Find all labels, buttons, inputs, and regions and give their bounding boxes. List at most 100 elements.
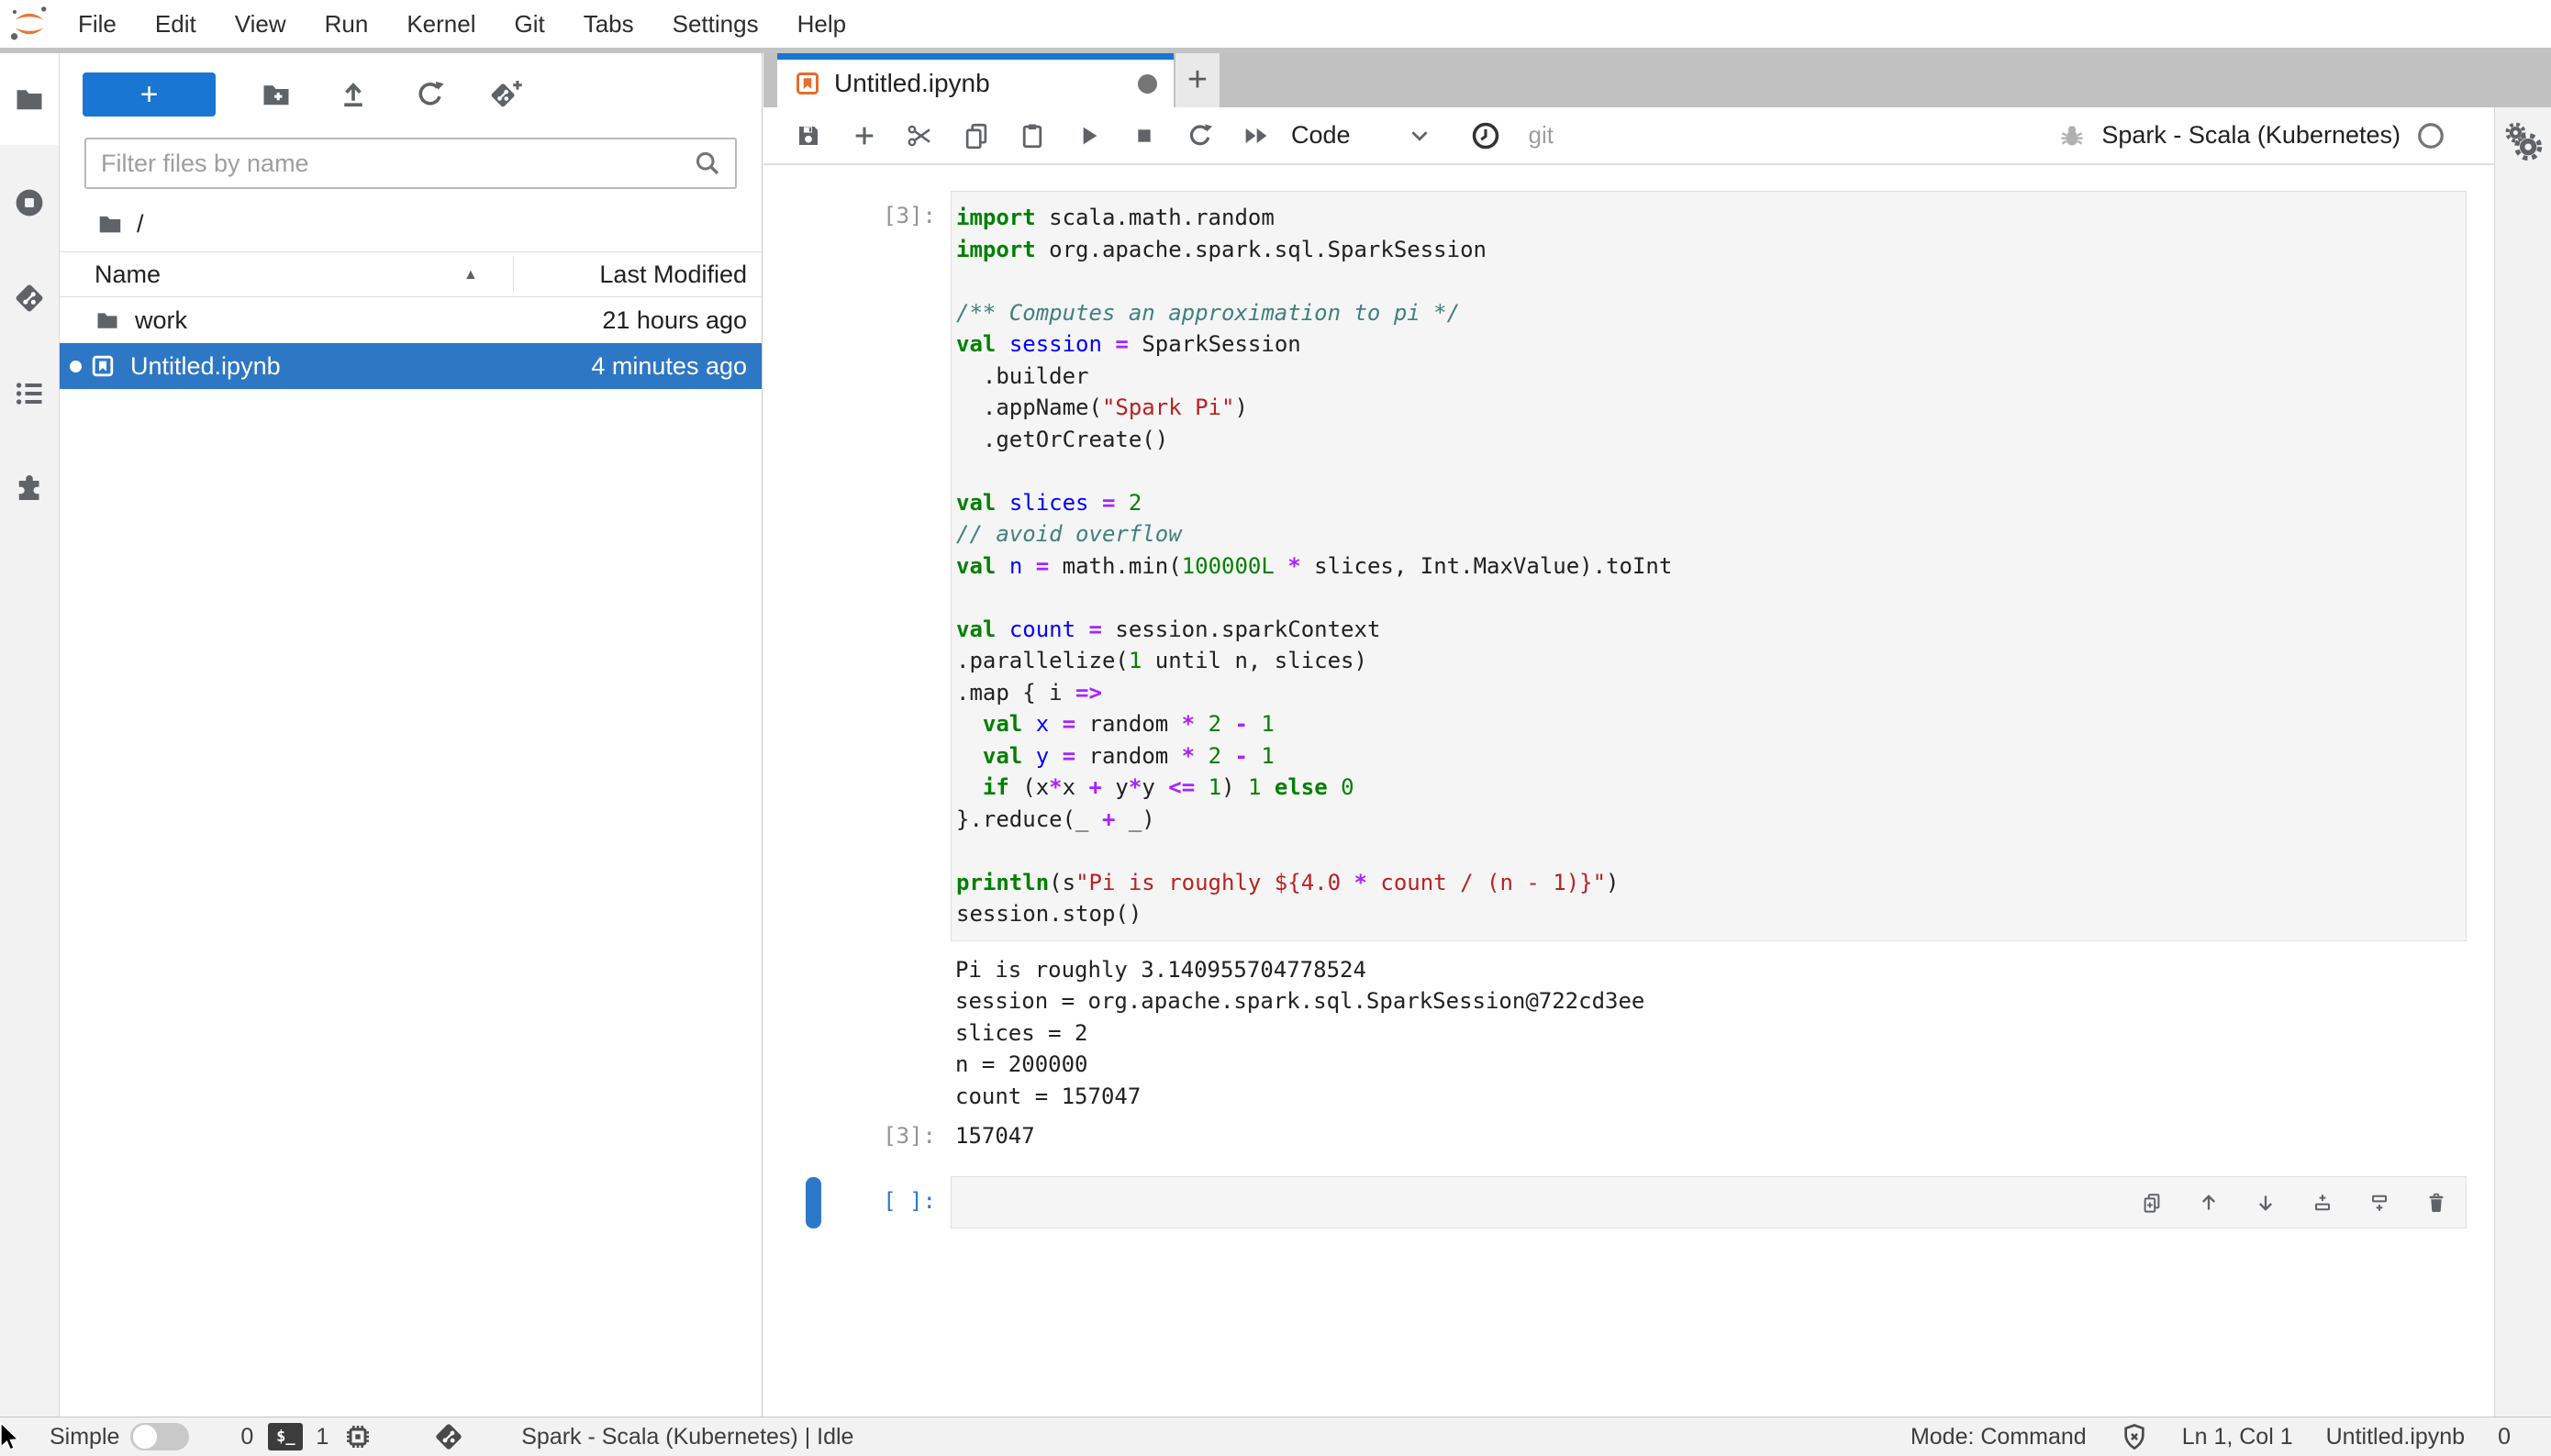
new-folder-button[interactable] xyxy=(260,78,293,111)
output-line: Pi is roughly 3.140955704778524 xyxy=(955,956,1366,983)
tab-dirty-indicator[interactable] xyxy=(1138,73,1157,94)
empty-cell-input[interactable] xyxy=(951,1176,2467,1228)
menu-settings[interactable]: Settings xyxy=(653,0,778,48)
bug-icon[interactable] xyxy=(2057,121,2087,150)
git-toolbar-label[interactable]: git xyxy=(1529,121,1554,150)
code-line: val y = random * 2 - 1 xyxy=(982,742,1275,769)
new-launcher-button[interactable]: + xyxy=(83,72,216,117)
delete-cell-button[interactable] xyxy=(2420,1186,2453,1219)
output-line: session = org.apache.spark.sql.SparkSess… xyxy=(955,988,1645,1014)
output-line: slices = 2 xyxy=(955,1019,1088,1046)
insert-cell-above-button[interactable] xyxy=(2306,1186,2339,1219)
code-cell-input[interactable]: import scala.math.random import org.apach… xyxy=(951,191,2467,941)
menu-help[interactable]: Help xyxy=(778,0,865,48)
insert-cell-below-button[interactable] xyxy=(2363,1186,2396,1219)
file-modified: 4 minutes ago xyxy=(591,351,747,380)
notebook-icon xyxy=(794,70,821,97)
cell-output-stream: Pi is roughly 3.140955704778524 session =… xyxy=(955,954,2467,1113)
simple-mode-toggle[interactable] xyxy=(130,1423,190,1450)
mouse-cursor xyxy=(0,1422,19,1450)
file-list-header: Name ▲ Last Modified xyxy=(60,251,762,297)
terminals-count[interactable]: 0 xyxy=(240,1424,253,1450)
menu-kernel[interactable]: Kernel xyxy=(387,0,495,48)
upload-button[interactable] xyxy=(337,78,370,111)
sort-ascending-icon[interactable]: ▲ xyxy=(463,267,478,283)
git-branch-icon[interactable] xyxy=(433,1421,464,1452)
tab-untitled-ipynb[interactable]: Untitled.ipynb xyxy=(777,53,1174,107)
column-header-modified[interactable]: Last Modified xyxy=(599,261,762,289)
menu-view[interactable]: View xyxy=(216,0,306,48)
kernel-chip-icon[interactable] xyxy=(343,1422,373,1451)
cell-output-result: [3]: 157047 xyxy=(763,1120,2494,1149)
search-icon xyxy=(693,149,722,178)
run-button[interactable] xyxy=(1060,114,1116,158)
kernel-name[interactable]: Spark - Scala (Kubernetes) xyxy=(2101,121,2401,150)
cell-toolbar xyxy=(2135,1186,2453,1219)
code-line: session.stop() xyxy=(956,901,1142,927)
terminal-icon[interactable]: $_ xyxy=(268,1423,304,1450)
file-browser-panel: + / Name ▲ Last Modified work 21 hours ag… xyxy=(60,53,763,1417)
sidebar-tab-file-browser[interactable] xyxy=(0,53,59,145)
paste-cells-button[interactable] xyxy=(1004,114,1060,158)
kernel-status-text[interactable]: Spark - Scala (Kubernetes) | Idle xyxy=(521,1424,853,1450)
save-button[interactable] xyxy=(780,114,836,158)
cut-cells-button[interactable] xyxy=(892,114,948,158)
history-clock-icon[interactable] xyxy=(1470,120,1501,151)
cell-type-dropdown[interactable]: Code xyxy=(1291,121,1351,150)
move-cell-up-button[interactable] xyxy=(2192,1186,2225,1219)
column-divider xyxy=(513,256,514,293)
chevron-down-icon[interactable] xyxy=(1406,122,1433,150)
copy-cells-button[interactable] xyxy=(948,114,1004,158)
file-row-Untitled.ipynb[interactable]: Untitled.ipynb 4 minutes ago xyxy=(60,343,762,389)
active-cell-collapser[interactable] xyxy=(806,1177,821,1228)
sidebar-tab-running-sessions[interactable] xyxy=(0,171,59,235)
sidebar-tab-git[interactable] xyxy=(0,266,59,330)
home-folder-icon[interactable] xyxy=(96,210,124,238)
trust-shield-icon[interactable] xyxy=(2120,1422,2149,1451)
code-line: .appName("Spark Pi") xyxy=(956,395,1248,420)
move-cell-down-button[interactable] xyxy=(2249,1186,2282,1219)
file-name: Untitled.ipynb xyxy=(130,351,281,380)
filter-files-input[interactable] xyxy=(99,148,693,179)
sidebar-tab-table-of-contents[interactable] xyxy=(0,361,59,426)
sidebar-tab-extensions[interactable] xyxy=(0,457,59,521)
code-line: val session = SparkSession xyxy=(956,331,1301,357)
file-row-work[interactable]: work 21 hours ago xyxy=(60,297,762,343)
kernels-count[interactable]: 1 xyxy=(316,1424,329,1450)
code-cell-2: [ ]: xyxy=(763,1176,2494,1228)
menu-run[interactable]: Run xyxy=(306,0,388,48)
file-browser-toolbar: + xyxy=(60,53,762,123)
code-line: .parallelize(1 until n, slices) xyxy=(956,648,1367,673)
interrupt-kernel-button[interactable] xyxy=(1116,114,1172,158)
breadcrumb-root[interactable]: / xyxy=(137,210,144,239)
notebook-icon xyxy=(90,353,116,379)
restart-kernel-button[interactable] xyxy=(1172,114,1228,158)
code-line: // avoid overflow xyxy=(956,521,1182,547)
menu-tabs[interactable]: Tabs xyxy=(564,0,653,48)
code-line: if (x*x + y*y <= 1) 1 else 0 xyxy=(982,774,1354,800)
code-line: .getOrCreate() xyxy=(956,426,1169,452)
menu-git[interactable]: Git xyxy=(495,0,563,48)
duplicate-cell-button[interactable] xyxy=(2135,1186,2168,1219)
right-sidebar-tabs xyxy=(2494,107,2551,1417)
notifications-count[interactable]: 0 xyxy=(2498,1424,2511,1450)
notebook-panel: Code git Spark - Scala (Kubernetes) [3]:… xyxy=(763,107,2494,1417)
notebook-toolbar: Code git Spark - Scala (Kubernetes) xyxy=(763,107,2494,165)
code-line: val slices = 2 xyxy=(956,489,1142,516)
settings-gears-icon[interactable] xyxy=(2503,122,2544,162)
left-sidebar-tabs xyxy=(0,53,60,1417)
command-mode-indicator: Mode: Command xyxy=(1910,1423,2087,1450)
menu-file[interactable]: File xyxy=(59,0,136,48)
restart-run-all-button[interactable] xyxy=(1228,114,1284,158)
insert-cell-button[interactable] xyxy=(836,114,892,158)
kernel-idle-circle-icon xyxy=(2417,122,2445,150)
column-header-name[interactable]: Name xyxy=(60,261,161,289)
refresh-button[interactable] xyxy=(414,78,447,111)
output-line: n = 200000 xyxy=(955,1051,1088,1077)
cursor-position[interactable]: Ln 1, Col 1 xyxy=(2182,1424,2293,1450)
new-tab-button[interactable]: + xyxy=(1175,53,1220,107)
menu-edit[interactable]: Edit xyxy=(136,0,216,48)
git-clone-button[interactable] xyxy=(491,78,524,111)
